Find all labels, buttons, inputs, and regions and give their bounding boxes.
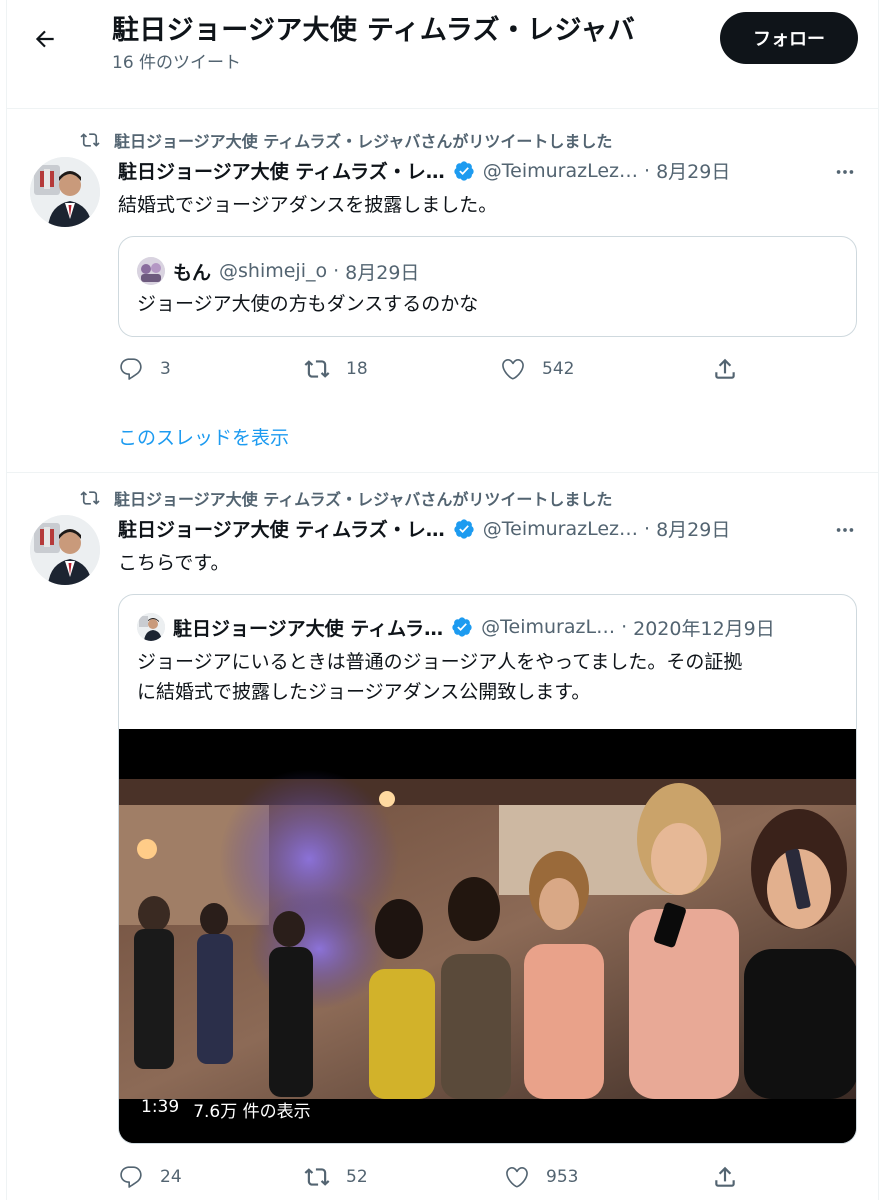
video-views: 7.6万 件の表示 (193, 1102, 311, 1122)
reply-icon (120, 1166, 142, 1188)
quoted-author-name: 駐日ジョージア大使 ティムラ… (173, 617, 444, 640)
retweet-icon (80, 491, 100, 505)
video-player[interactable]: 1:39 7.6万 件の表示 (119, 729, 856, 1143)
author-name[interactable]: 駐日ジョージア大使 ティムラズ・レ… (118, 157, 445, 184)
retweet-count: 18 (346, 359, 368, 379)
avatar (137, 257, 165, 285)
quoted-tweet-header: もん @shimeji_o · 8月29日 (137, 257, 419, 285)
quoted-tweet-header: 駐日ジョージア大使 ティムラ… @TeimurazL… · 2020年12月9日 (137, 613, 775, 641)
quoted-tweet-date: 8月29日 (345, 261, 420, 284)
separator-dot: · (644, 517, 651, 540)
more-options-button[interactable] (830, 157, 860, 187)
profile-title: 駐日ジョージア大使 ティムラズ・レジャバ (112, 15, 635, 46)
separator-dot: · (621, 616, 628, 638)
back-button[interactable] (28, 22, 62, 56)
share-icon (715, 358, 735, 379)
video-thumbnail (119, 729, 856, 1143)
quoted-tweet-text: ジョージア大使の方もダンスするのかな (137, 293, 479, 315)
quoted-author-handle: @shimeji_o (219, 260, 328, 282)
retweet-icon (304, 1168, 330, 1186)
tweet-actions: 3 18 542 (118, 356, 738, 386)
reply-button[interactable]: 24 (118, 1164, 182, 1190)
quoted-tweet-date: 2020年12月9日 (633, 617, 775, 640)
quoted-author-handle: @TeimurazL… (481, 616, 616, 638)
arrow-left-icon (35, 30, 54, 48)
retweet-context-label: 駐日ジョージア大使 ティムラズ・レジャバさんがリツイートしました (114, 490, 613, 509)
separator-dot: · (644, 159, 651, 182)
tweet-text: こちらです。 (118, 552, 230, 574)
retweet-context: 駐日ジョージア大使 ティムラズ・レジャバさんがリツイートしました (80, 486, 612, 510)
verified-badge-icon (453, 518, 475, 540)
more-icon (836, 528, 854, 532)
tweet-date[interactable]: 8月29日 (656, 157, 730, 184)
like-button[interactable]: 542 (500, 356, 574, 382)
tweet-count: 16 件のツイート (112, 53, 242, 73)
quoted-tweet-text: ジョージアにいるときは普通のジョージア人をやってました。その証拠 に結婚式で披露… (137, 647, 742, 707)
tweet-header: 駐日ジョージア大使 ティムラズ・レ… @TeimurazLez… · 8月29日 (118, 515, 730, 542)
quoted-tweet-text-line: ジョージアにいるときは普通のジョージア人をやってました。その証拠 (137, 651, 743, 673)
retweet-button[interactable]: 52 (304, 1164, 368, 1190)
verified-badge-icon (451, 616, 473, 638)
quoted-author-name: もん (173, 261, 212, 284)
tweet-actions: 24 52 953 (118, 1164, 738, 1194)
like-count: 542 (542, 359, 575, 379)
like-count: 953 (546, 1167, 579, 1187)
share-button[interactable] (712, 1164, 738, 1190)
divider (6, 108, 879, 109)
show-thread-link[interactable]: このスレッドを表示 (118, 423, 289, 450)
verified-badge-icon (453, 160, 475, 182)
avatar[interactable] (30, 157, 100, 227)
heart-icon (502, 358, 524, 380)
tweet-text: 結婚式でジョージアダンスを披露しました。 (118, 194, 498, 216)
retweet-count: 52 (346, 1167, 368, 1187)
avatar[interactable] (30, 515, 100, 585)
reply-count: 24 (160, 1167, 182, 1187)
share-button[interactable] (712, 356, 738, 382)
tweet-date[interactable]: 8月29日 (656, 515, 730, 542)
retweet-icon (304, 360, 330, 378)
video-meta: 1:39 7.6万 件の表示 (141, 1097, 311, 1122)
like-button[interactable]: 953 (504, 1164, 578, 1190)
retweet-context: 駐日ジョージア大使 ティムラズ・レジャバさんがリツイートしました (80, 128, 612, 152)
quoted-tweet[interactable]: 駐日ジョージア大使 ティムラ… @TeimurazL… · 2020年12月9日… (118, 594, 857, 1144)
reply-button[interactable]: 3 (118, 356, 171, 382)
more-icon (836, 170, 854, 174)
author-handle[interactable]: @TeimurazLez… (483, 160, 638, 182)
follow-button[interactable]: フォロー (720, 12, 858, 64)
avatar (137, 613, 165, 641)
reply-icon (120, 358, 142, 380)
author-name[interactable]: 駐日ジョージア大使 ティムラズ・レ… (118, 515, 445, 542)
quoted-tweet[interactable]: もん @shimeji_o · 8月29日 ジョージア大使の方もダンスするのかな (118, 236, 857, 337)
retweet-icon (80, 133, 100, 147)
separator-dot: · (333, 260, 340, 282)
share-icon (715, 1166, 735, 1187)
retweet-button[interactable]: 18 (304, 356, 368, 382)
author-handle[interactable]: @TeimurazLez… (483, 518, 638, 540)
reply-count: 3 (160, 359, 171, 379)
heart-icon (506, 1166, 528, 1188)
more-options-button[interactable] (830, 515, 860, 545)
video-duration: 1:39 (141, 1097, 180, 1117)
quoted-tweet-text-line: に結婚式で披露したジョージアダンス公開致します。 (137, 681, 591, 703)
profile-header: 駐日ジョージア大使 ティムラズ・レジャバ 16 件のツイート フォロー (0, 0, 885, 108)
tweet-header: 駐日ジョージア大使 ティムラズ・レ… @TeimurazLez… · 8月29日 (118, 157, 730, 184)
retweet-context-label: 駐日ジョージア大使 ティムラズ・レジャバさんがリツイートしました (114, 132, 613, 151)
divider (6, 472, 879, 473)
